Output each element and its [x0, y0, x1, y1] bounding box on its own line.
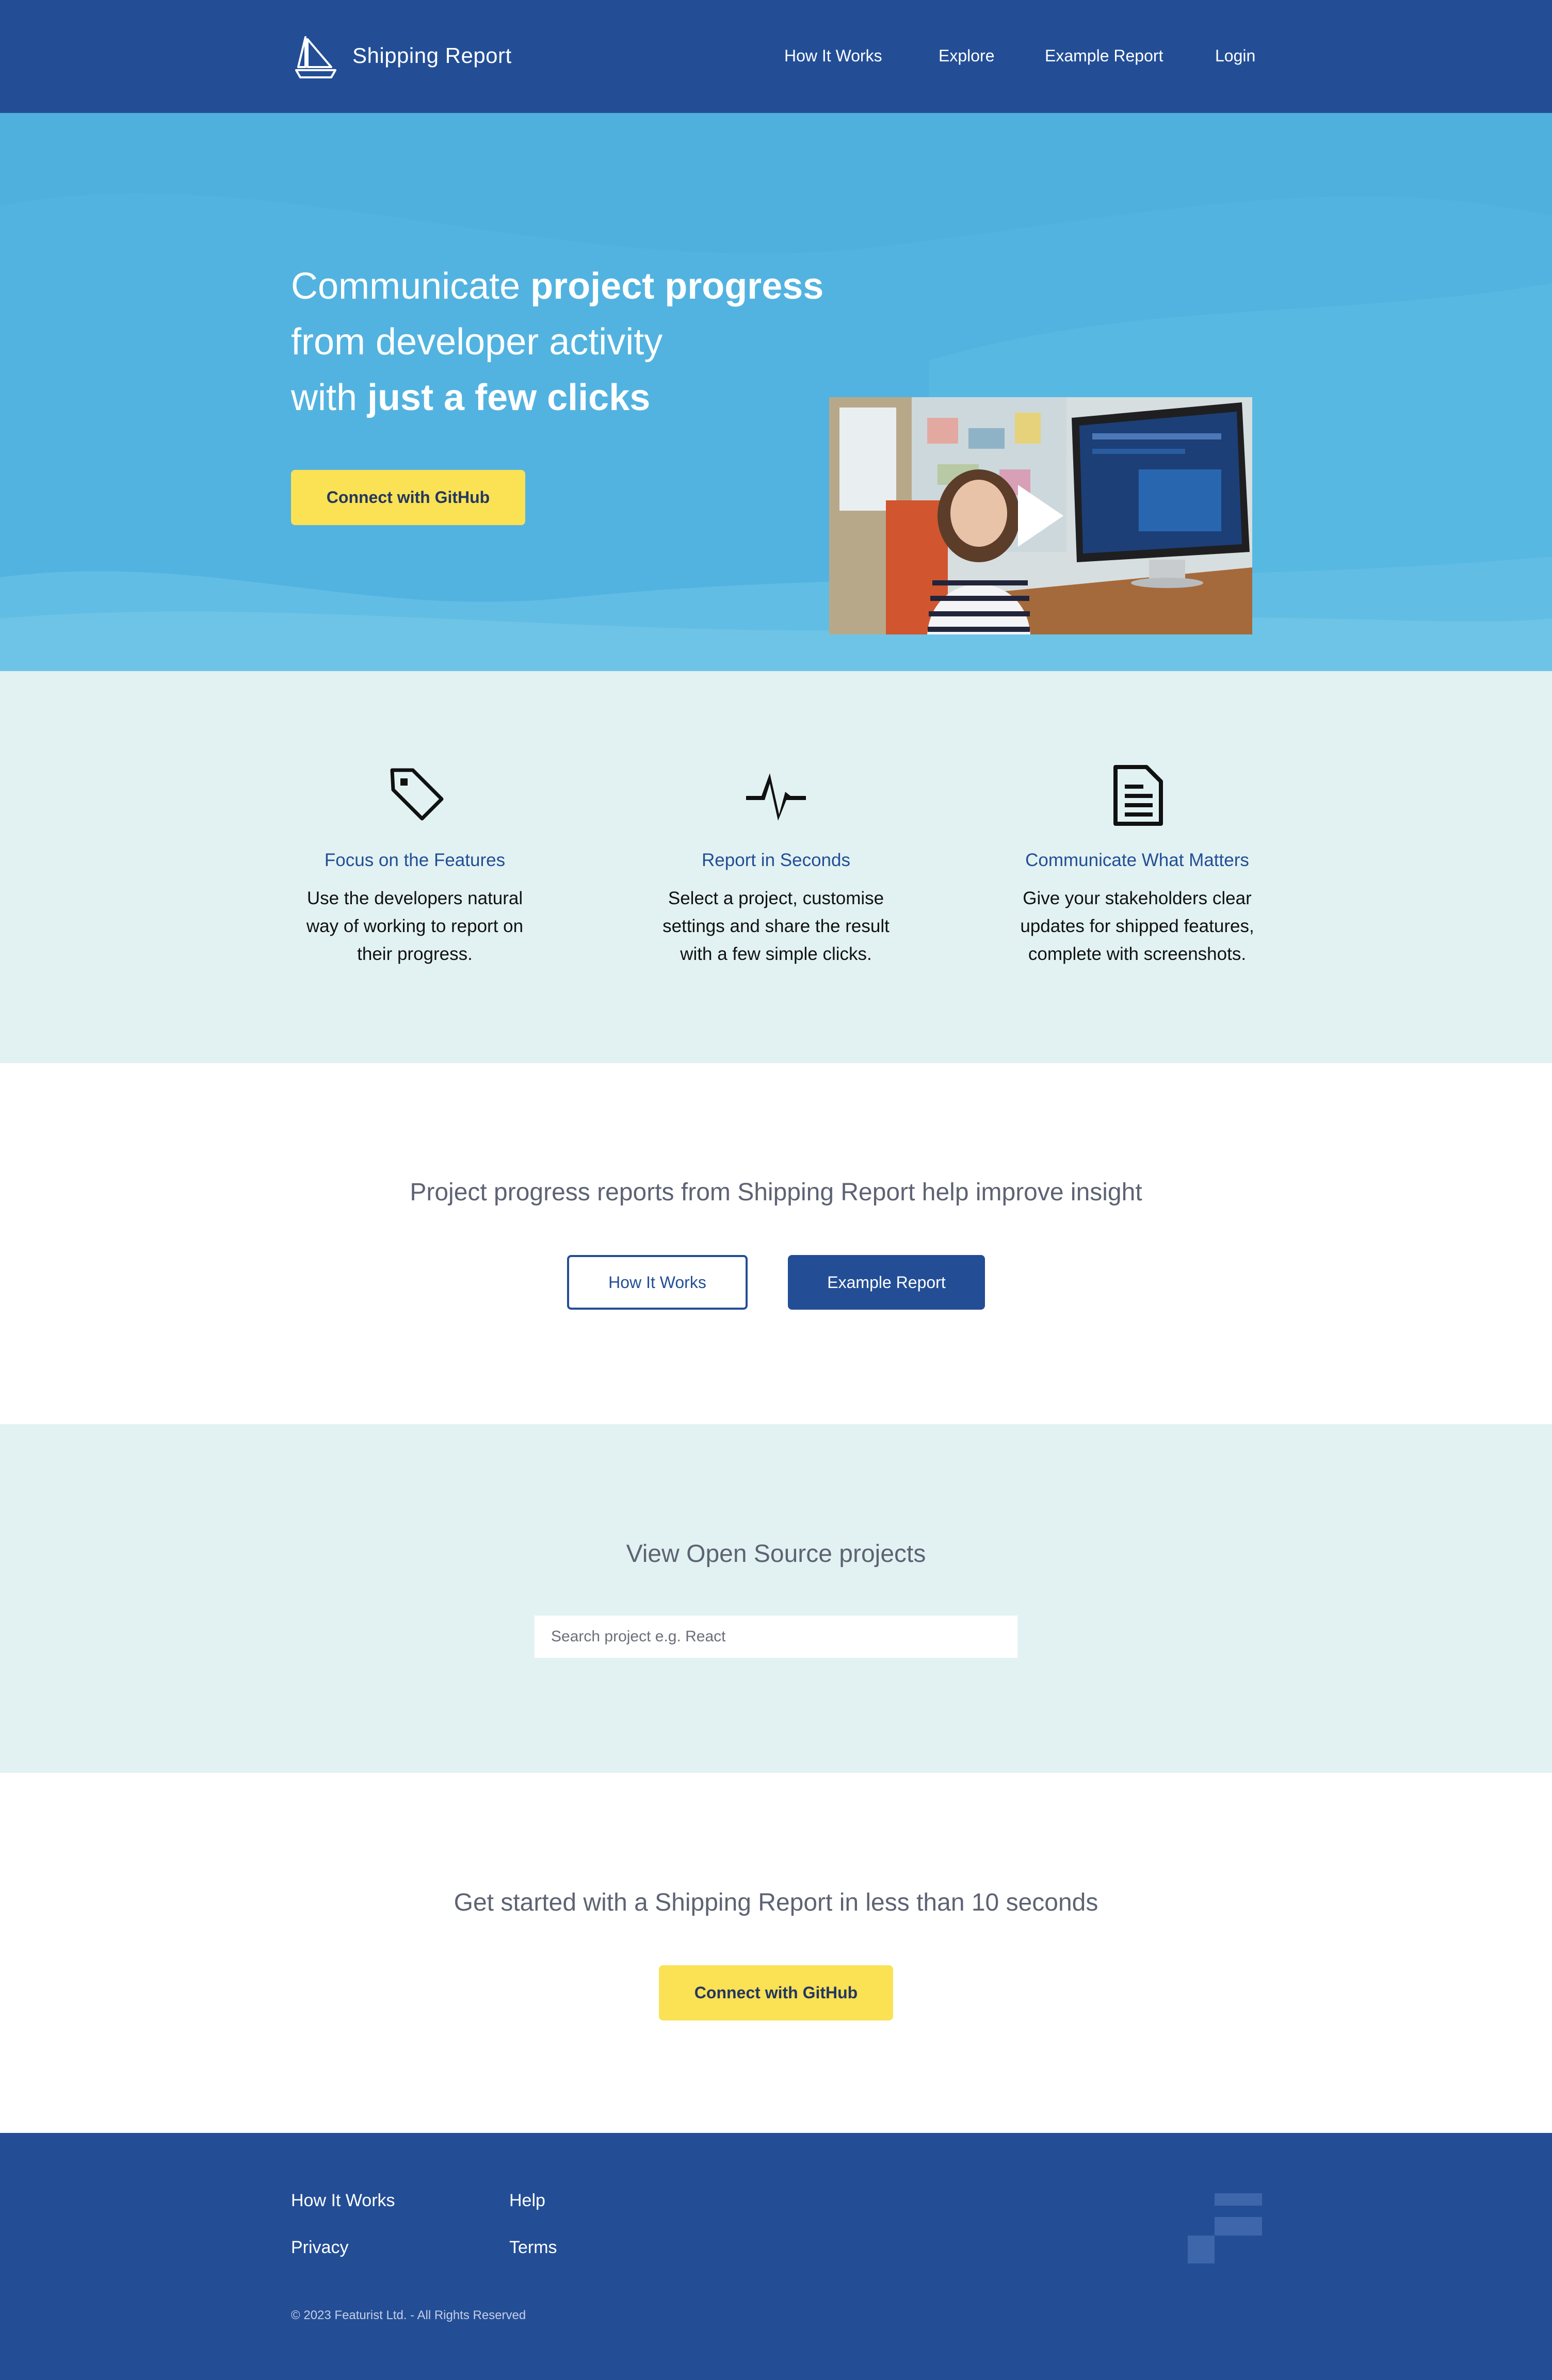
feature-title: Communicate What Matters [1025, 850, 1249, 870]
get-started-section: Get started with a Shipping Report in le… [0, 1773, 1552, 2133]
brand-name[interactable]: Shipping Report [352, 43, 512, 68]
feature-description: Give your stakeholders clear updates for… [1020, 888, 1254, 964]
nav-link-how-it-works[interactable]: How It Works [784, 46, 882, 66]
footer-link-privacy[interactable]: Privacy [291, 2238, 348, 2258]
open-source-section: View Open Source projects [0, 1424, 1552, 1773]
insight-section: Project progress reports from Shipping R… [0, 1063, 1552, 1424]
nav-link-example-report[interactable]: Example Report [1045, 46, 1163, 66]
tag-icon [390, 768, 444, 821]
document-icon [1113, 765, 1163, 826]
feature-description: Use the developers natural way of workin… [306, 888, 524, 964]
how-it-works-button[interactable]: How It Works [567, 1255, 748, 1310]
get-started-heading: Get started with a Shipping Report in le… [454, 1889, 1098, 1916]
hero-section: Communicate project progress from develo… [0, 113, 1552, 671]
insight-heading: Project progress reports from Shipping R… [410, 1179, 1142, 1206]
footer-link-terms[interactable]: Terms [509, 2238, 557, 2258]
copyright-text: © 2023 Featurist Ltd. - All Rights Reser… [291, 2308, 526, 2322]
features-section: Focus on the Features Use the developers… [0, 671, 1552, 1063]
activity-pulse-icon [746, 773, 806, 821]
hero-headline-line-2: from developer activity [291, 321, 663, 363]
nav-link-login[interactable]: Login [1215, 46, 1255, 66]
intro-video-thumbnail[interactable] [829, 397, 1252, 634]
open-source-heading: View Open Source projects [626, 1540, 926, 1568]
footer: How It Works Help Privacy Terms [0, 2133, 1552, 2380]
featurist-logo-icon [1188, 2193, 1262, 2263]
feature-description: Select a project, customise settings and… [662, 888, 890, 964]
hero-headline-line-1: Communicate project progress [291, 266, 824, 307]
top-navigation: Shipping Report How It Works Explore Exa… [0, 0, 1552, 113]
connect-github-button-bottom[interactable]: Connect with GitHub [659, 1965, 893, 2020]
hero-wave-background [0, 113, 1552, 671]
nav-link-explore[interactable]: Explore [939, 46, 995, 66]
footer-link-how-it-works[interactable]: How It Works [291, 2191, 395, 2211]
example-report-button[interactable]: Example Report [788, 1255, 985, 1310]
sailboat-logo-icon[interactable] [294, 34, 337, 79]
search-input[interactable] [535, 1616, 1017, 1658]
connect-github-button-hero[interactable]: Connect with GitHub [291, 470, 525, 525]
play-icon[interactable] [1016, 483, 1065, 549]
feature-title: Focus on the Features [324, 850, 506, 870]
hero-headline-line-3: with just a few clicks [291, 377, 651, 418]
feature-title: Report in Seconds [702, 850, 850, 870]
footer-link-help[interactable]: Help [509, 2191, 545, 2211]
